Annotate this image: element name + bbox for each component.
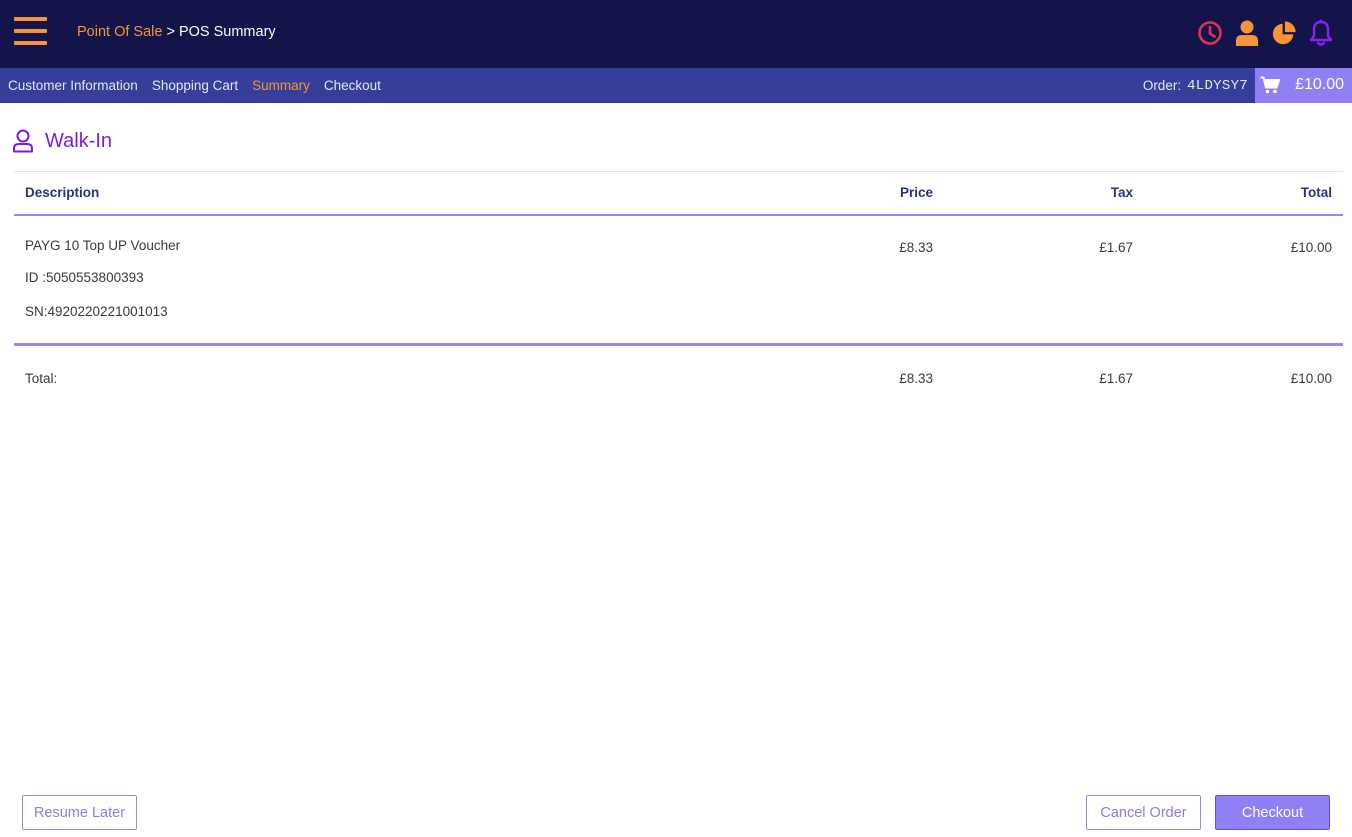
tab-summary[interactable]: Summary bbox=[252, 78, 310, 93]
checkout-button[interactable]: Checkout bbox=[1215, 795, 1330, 830]
totals-total: £10.00 bbox=[1290, 371, 1332, 386]
breadcrumb-separator: > bbox=[162, 24, 179, 40]
breadcrumb-current: POS Summary bbox=[178, 24, 276, 40]
column-header-description: Description bbox=[25, 185, 100, 200]
resume-later-button[interactable]: Resume Later bbox=[22, 795, 137, 830]
divider bbox=[14, 171, 1343, 172]
breadcrumb: Point Of Sale > POS Summary bbox=[77, 24, 276, 40]
hamburger-menu-icon[interactable] bbox=[14, 17, 47, 47]
customer-header: Walk-In bbox=[12, 127, 112, 155]
bell-icon[interactable] bbox=[1308, 19, 1334, 47]
breadcrumb-point-of-sale[interactable]: Point Of Sale bbox=[77, 24, 162, 40]
column-header-total: Total bbox=[1300, 185, 1332, 200]
clock-icon[interactable] bbox=[1197, 19, 1223, 47]
customer-name: Walk-In bbox=[45, 129, 113, 152]
cart-total: £10.00 bbox=[1295, 76, 1344, 93]
header-icons bbox=[1197, 18, 1334, 48]
totals-label: Total: bbox=[25, 371, 58, 386]
totals-tax: £1.67 bbox=[1099, 371, 1133, 386]
tab-customer-information[interactable]: Customer Information bbox=[8, 78, 138, 93]
pie-chart-icon[interactable] bbox=[1271, 19, 1297, 47]
sub-navigation: Customer Information Shopping Cart Summa… bbox=[0, 68, 1352, 103]
item-serial-number: SN:4920220221001013 bbox=[25, 304, 168, 319]
item-price: £8.33 bbox=[899, 240, 933, 255]
item-id: ID :5050553800393 bbox=[25, 270, 144, 285]
cancel-order-button[interactable]: Cancel Order bbox=[1086, 795, 1201, 830]
cart-button[interactable]: £10.00 bbox=[1255, 68, 1352, 103]
shopping-cart-icon bbox=[1260, 76, 1280, 94]
order-label: Order: bbox=[1142, 78, 1182, 93]
item-description: PAYG 10 Top UP Voucher bbox=[25, 238, 181, 253]
order-code: 4LDYSY7 bbox=[1187, 77, 1248, 94]
column-header-price: Price bbox=[899, 185, 933, 200]
totals-divider bbox=[14, 343, 1343, 346]
column-header-tax: Tax bbox=[1110, 185, 1133, 200]
step-tabs: Customer Information Shopping Cart Summa… bbox=[8, 68, 381, 103]
item-tax: £1.67 bbox=[1099, 240, 1133, 255]
top-header: Point Of Sale > POS Summary bbox=[0, 0, 1352, 68]
tab-checkout[interactable]: Checkout bbox=[324, 78, 381, 93]
item-total: £10.00 bbox=[1290, 240, 1332, 255]
customer-user-icon bbox=[13, 129, 33, 153]
tab-shopping-cart[interactable]: Shopping Cart bbox=[152, 78, 238, 93]
totals-price: £8.33 bbox=[899, 371, 933, 386]
header-divider bbox=[14, 214, 1343, 216]
user-icon[interactable] bbox=[1234, 19, 1260, 47]
order-info: Order: 4LDYSY7 bbox=[1143, 68, 1248, 103]
